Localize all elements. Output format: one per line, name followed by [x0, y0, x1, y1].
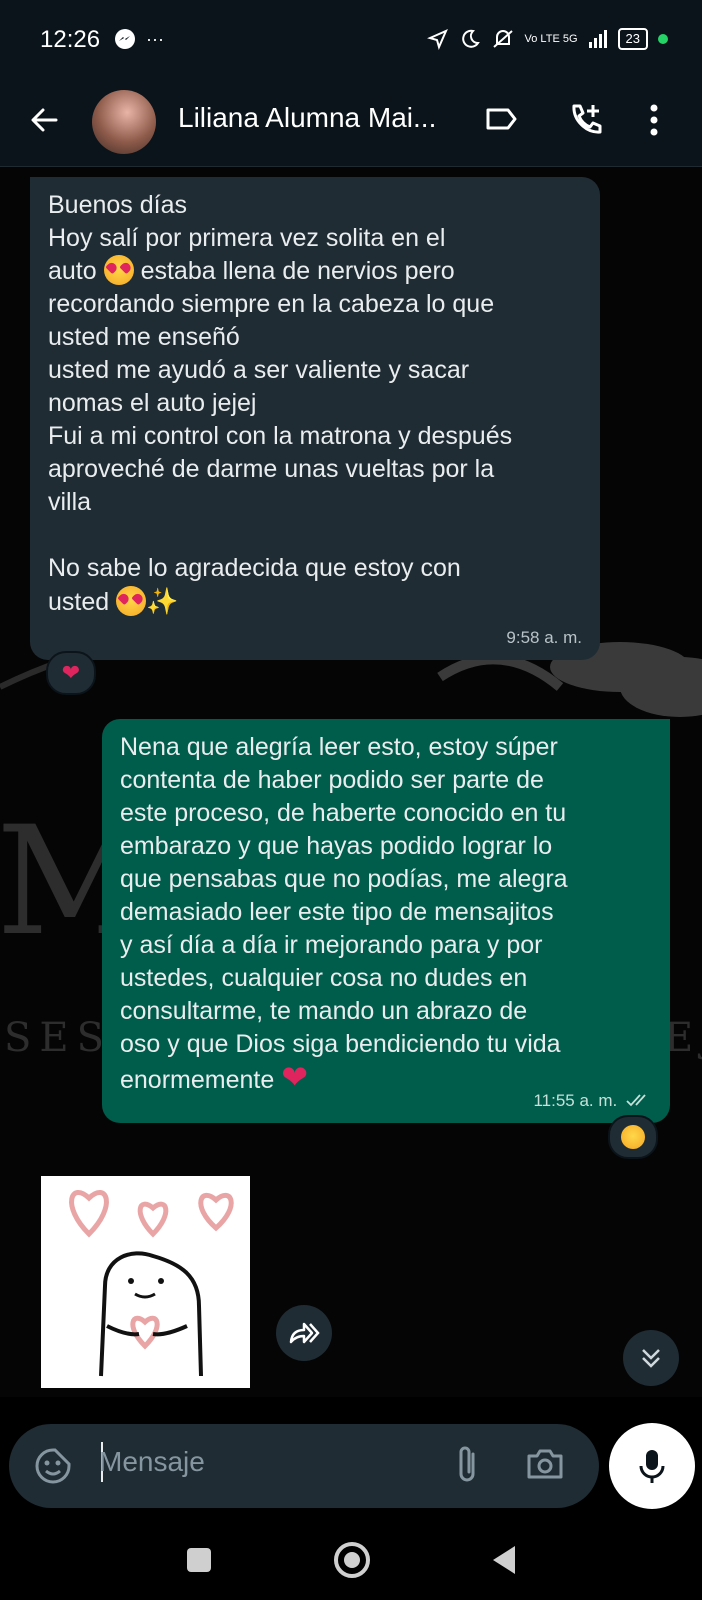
message-reaction[interactable] [608, 1115, 658, 1159]
do-not-disturb-moon-icon [461, 29, 480, 48]
forward-button[interactable] [276, 1305, 332, 1361]
message-text: Nena que alegría leer esto, estoy súper … [120, 733, 568, 1095]
square-icon [187, 1548, 211, 1572]
recents-button[interactable] [186, 1547, 212, 1578]
heart-eyes-emoji [103, 255, 134, 285]
triangle-back-icon [493, 1546, 515, 1574]
label-button[interactable] [482, 100, 520, 143]
chat-area[interactable]: M SES EJ Buenos días Hoy salí por primer… [0, 167, 702, 1397]
system-navigation-bar [0, 1520, 702, 1600]
chat-header: Liliana Alumna Mai... [0, 84, 702, 167]
forward-icon [289, 1322, 320, 1344]
watermark-text-left: SES [4, 1015, 113, 1061]
emoji-sticker-button[interactable] [33, 1446, 73, 1491]
status-time: 12:26 [40, 26, 101, 53]
phone-plus-icon [572, 104, 602, 134]
more-vertical-icon [650, 104, 658, 136]
active-dot [658, 34, 668, 44]
back-nav-button[interactable] [490, 1544, 518, 1581]
messenger-icon [115, 29, 135, 49]
sticker-smiley-icon [35, 1448, 71, 1484]
double-chevron-down-icon [642, 1349, 660, 1368]
contact-avatar[interactable] [92, 90, 156, 154]
message-timestamp: 9:58 a. m. [506, 628, 582, 647]
network-label: Vo LTE 5G [524, 33, 578, 45]
message-reaction[interactable]: ❤ [46, 651, 96, 695]
home-button[interactable] [332, 1540, 372, 1585]
overflow-menu-button[interactable] [646, 100, 662, 145]
label-icon [486, 108, 517, 130]
double-check-icon [626, 1094, 646, 1107]
sticker-message[interactable] [41, 1176, 250, 1388]
red-heart-emoji: ❤ [281, 1059, 309, 1095]
camera-button[interactable] [525, 1444, 565, 1489]
microphone-icon [639, 1450, 665, 1483]
message-input[interactable]: Mensaje [99, 1446, 205, 1478]
outgoing-message-bubble[interactable]: Nena que alegría leer esto, estoy súper … [102, 719, 670, 1123]
attach-button[interactable] [453, 1444, 483, 1491]
message-timestamp: 11:55 a. m. [533, 1084, 652, 1117]
message-composer[interactable]: Mensaje [9, 1424, 599, 1508]
add-call-button[interactable] [566, 100, 606, 145]
heart-eyes-emoji [116, 586, 147, 616]
battery-indicator: 23 [617, 28, 648, 50]
voice-message-button[interactable] [609, 1423, 695, 1509]
red-heart-reaction: ❤ [61, 660, 81, 685]
camera-icon [527, 1449, 563, 1479]
paperclip-icon [459, 1446, 475, 1482]
incoming-message-bubble[interactable]: Buenos días Hoy salí por primera vez sol… [30, 177, 600, 660]
back-button[interactable] [26, 102, 62, 143]
notification-dots: ··· [146, 28, 164, 49]
scroll-to-bottom-button[interactable] [623, 1330, 679, 1386]
silent-bell-icon [492, 30, 513, 48]
status-bar: 12:26 ··· Vo LTE 5G 23 [0, 0, 702, 84]
message-text: Buenos días Hoy salí por primera vez sol… [48, 191, 513, 616]
signal-icon [588, 30, 607, 48]
smiling-face-with-hearts-emoji [621, 1125, 645, 1149]
contact-name[interactable]: Liliana Alumna Mai... [178, 102, 436, 134]
circle-home-icon [334, 1542, 370, 1578]
love-sticker-image [69, 1190, 234, 1377]
location-icon [426, 29, 448, 50]
sparkles-emoji: ✨ [146, 586, 179, 616]
arrow-left-icon [31, 108, 58, 132]
